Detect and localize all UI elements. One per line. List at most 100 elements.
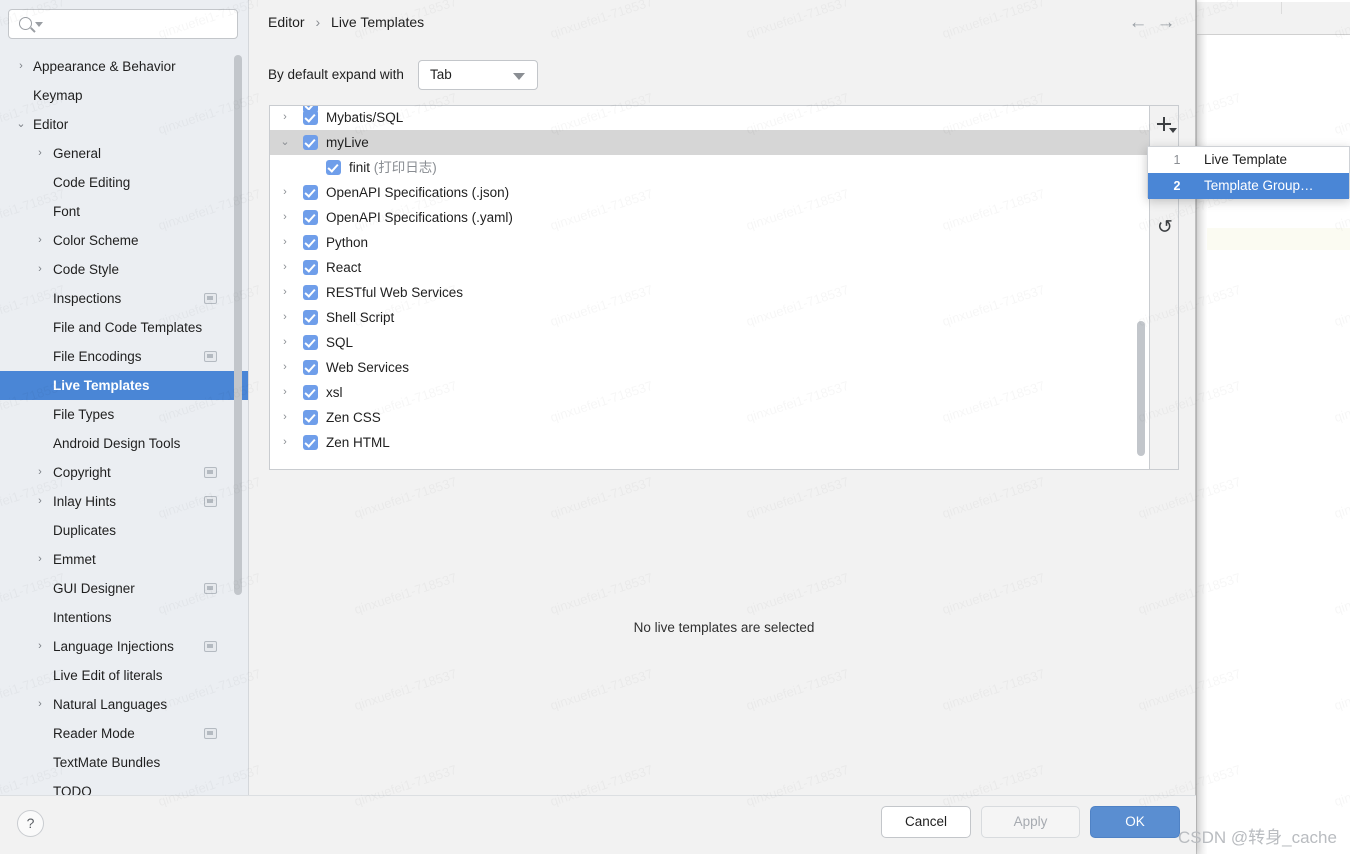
checkbox-checked[interactable]: [303, 310, 318, 325]
sidebar-item-label: TODO: [53, 784, 92, 795]
chevron-right-icon[interactable]: ›: [33, 255, 47, 284]
sidebar-item-file-encodings[interactable]: File Encodings: [0, 342, 248, 371]
chevron-right-icon[interactable]: ›: [33, 545, 47, 574]
chevron-right-icon[interactable]: ›: [14, 52, 28, 81]
sidebar-item-live-templates[interactable]: Live Templates: [0, 371, 248, 400]
checkbox-checked[interactable]: [303, 285, 318, 300]
tree-row[interactable]: › React: [270, 255, 1149, 280]
tree-row[interactable]: › Mybatis/SQL: [270, 106, 1149, 130]
sidebar-item-color-scheme[interactable]: › Color Scheme: [0, 226, 248, 255]
popup-menu-item[interactable]: 1 Live Template: [1148, 147, 1349, 173]
breadcrumb-root[interactable]: Editor: [268, 14, 305, 30]
tree-row-description: (打印日志): [373, 160, 437, 175]
add-button[interactable]: [1153, 113, 1177, 137]
sidebar-item-label: File Types: [53, 407, 115, 422]
checkbox-checked[interactable]: [303, 335, 318, 350]
search-input[interactable]: [45, 11, 233, 37]
checkbox-checked[interactable]: [303, 260, 318, 275]
checkbox-checked[interactable]: [303, 385, 318, 400]
checkbox-checked[interactable]: [303, 185, 318, 200]
nav-forward-icon[interactable]: →: [1154, 12, 1178, 34]
tree-row[interactable]: finit (打印日志): [270, 155, 1149, 180]
sidebar-item-file-types[interactable]: File Types: [0, 400, 248, 429]
tree-row[interactable]: › OpenAPI Specifications (.json): [270, 180, 1149, 205]
sidebar-item-file-and-code-templates[interactable]: File and Code Templates: [0, 313, 248, 342]
tree-scrollbar[interactable]: [1137, 321, 1145, 456]
chevron-right-icon[interactable]: ›: [33, 226, 47, 255]
tree-row-name: RESTful Web Services: [326, 285, 464, 300]
tree-row[interactable]: › Zen CSS: [270, 405, 1149, 430]
tree-row[interactable]: › xsl: [270, 380, 1149, 405]
tree-row[interactable]: › Web Services: [270, 355, 1149, 380]
chevron-right-icon[interactable]: ›: [278, 355, 292, 380]
chevron-right-icon[interactable]: ›: [33, 139, 47, 168]
sidebar-scrollbar[interactable]: [234, 55, 242, 595]
sidebar-item-natural-languages[interactable]: › Natural Languages: [0, 690, 248, 719]
tree-row[interactable]: › RESTful Web Services: [270, 280, 1149, 305]
search-box[interactable]: [8, 9, 238, 39]
checkbox-checked[interactable]: [303, 360, 318, 375]
nav-back-icon[interactable]: ←: [1126, 12, 1150, 34]
chevron-right-icon[interactable]: ›: [278, 330, 292, 355]
sidebar-item-code-editing[interactable]: Code Editing: [0, 168, 248, 197]
sidebar-item-inlay-hints[interactable]: › Inlay Hints: [0, 487, 248, 516]
sidebar-item-appearance-behavior[interactable]: › Appearance & Behavior: [0, 52, 248, 81]
chevron-down-icon[interactable]: ⌄: [278, 130, 292, 155]
chevron-right-icon[interactable]: ›: [33, 458, 47, 487]
sidebar-item-duplicates[interactable]: Duplicates: [0, 516, 248, 545]
help-button[interactable]: ?: [17, 810, 44, 837]
checkbox-checked[interactable]: [303, 210, 318, 225]
chevron-right-icon[interactable]: ›: [278, 230, 292, 255]
sidebar-item-general[interactable]: › General: [0, 139, 248, 168]
sidebar-item-android-design-tools[interactable]: Android Design Tools: [0, 429, 248, 458]
revert-button[interactable]: ↺: [1153, 216, 1177, 240]
chevron-right-icon[interactable]: ›: [278, 380, 292, 405]
sidebar-item-textmate-bundles[interactable]: TextMate Bundles: [0, 748, 248, 777]
chevron-right-icon[interactable]: ›: [278, 180, 292, 205]
chevron-right-icon[interactable]: ›: [278, 405, 292, 430]
chevron-right-icon[interactable]: ›: [278, 305, 292, 330]
sidebar-item-gui-designer[interactable]: GUI Designer: [0, 574, 248, 603]
sidebar-item-intentions[interactable]: Intentions: [0, 603, 248, 632]
tree-row[interactable]: › Python: [270, 230, 1149, 255]
chevron-right-icon[interactable]: ›: [33, 632, 47, 661]
sidebar-item-code-style[interactable]: › Code Style: [0, 255, 248, 284]
checkbox-checked[interactable]: [303, 110, 318, 125]
expand-with-dropdown[interactable]: Tab: [418, 60, 538, 90]
checkbox-checked[interactable]: [303, 235, 318, 250]
cancel-button[interactable]: Cancel: [881, 806, 971, 838]
sidebar-item-language-injections[interactable]: › Language Injections: [0, 632, 248, 661]
sidebar-item-live-edit-of-literals[interactable]: Live Edit of literals: [0, 661, 248, 690]
tree-row[interactable]: ⌄ myLive: [270, 130, 1149, 155]
tree-row[interactable]: › SQL: [270, 330, 1149, 355]
chevron-down-icon[interactable]: [35, 22, 43, 27]
chevron-right-icon[interactable]: ›: [278, 430, 292, 455]
chevron-right-icon[interactable]: ›: [33, 487, 47, 516]
live-templates-tree[interactable]: ›Maven›Mybatis/SQL⌄myLivefinit (打印日志)›Op…: [269, 105, 1150, 470]
tree-row[interactable]: › OpenAPI Specifications (.yaml): [270, 205, 1149, 230]
checkbox-checked[interactable]: [303, 410, 318, 425]
sidebar-item-emmet[interactable]: › Emmet: [0, 545, 248, 574]
sidebar-item-copyright[interactable]: › Copyright: [0, 458, 248, 487]
sidebar-item-inspections[interactable]: Inspections: [0, 284, 248, 313]
checkbox-checked[interactable]: [326, 160, 341, 175]
sidebar-item-editor[interactable]: ⌄ Editor: [0, 110, 248, 139]
sidebar-item-reader-mode[interactable]: Reader Mode: [0, 719, 248, 748]
sidebar-item-todo[interactable]: TODO: [0, 777, 248, 795]
checkbox-checked[interactable]: [303, 435, 318, 450]
chevron-right-icon[interactable]: ›: [278, 106, 292, 130]
sidebar-item-font[interactable]: Font: [0, 197, 248, 226]
chevron-right-icon[interactable]: ›: [278, 255, 292, 280]
popup-menu-item[interactable]: 2 Template Group…: [1148, 173, 1349, 199]
sidebar-item-keymap[interactable]: Keymap: [0, 81, 248, 110]
popup-item-number: 2: [1173, 179, 1181, 193]
editor-highlighted-line: [1207, 228, 1350, 250]
checkbox-checked[interactable]: [303, 135, 318, 150]
tree-row[interactable]: › Shell Script: [270, 305, 1149, 330]
tree-row[interactable]: › Zen HTML: [270, 430, 1149, 455]
chevron-right-icon[interactable]: ›: [278, 205, 292, 230]
ok-button[interactable]: OK: [1090, 806, 1180, 838]
chevron-right-icon[interactable]: ›: [278, 280, 292, 305]
chevron-right-icon[interactable]: ›: [33, 690, 47, 719]
chevron-down-icon[interactable]: ⌄: [14, 110, 28, 139]
